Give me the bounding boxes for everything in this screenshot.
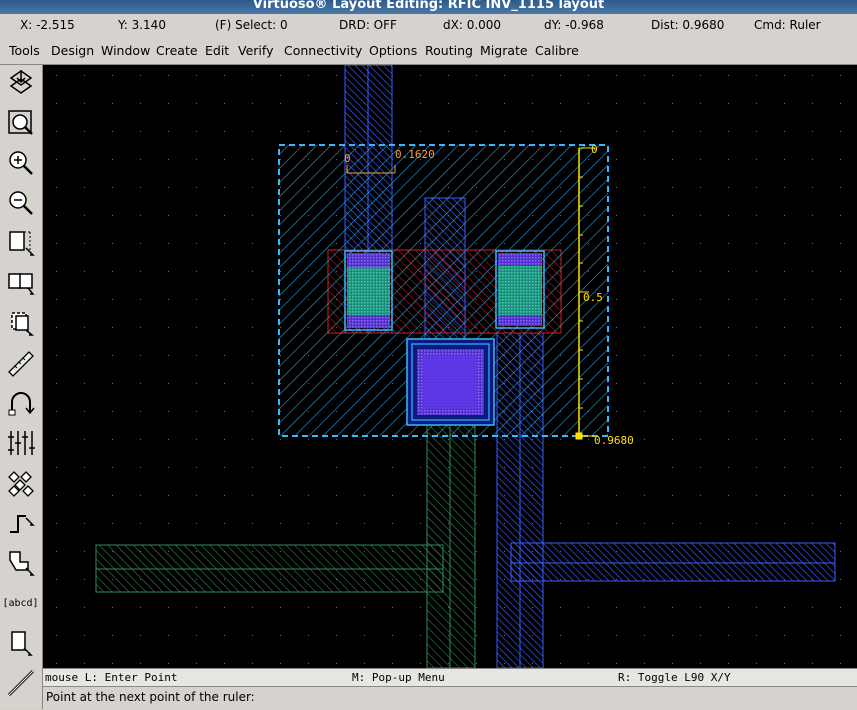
layout-canvas[interactable]: 0 0.5 0.9680 0 0.1620 — [43, 65, 857, 668]
properties-icon — [7, 471, 34, 497]
copy-icon — [7, 273, 35, 295]
zoom-in-icon — [8, 151, 33, 175]
undo-tool-button[interactable] — [3, 385, 38, 421]
stretch-tool-button[interactable] — [3, 225, 38, 261]
properties-tool-button[interactable] — [3, 465, 38, 501]
ruler-tick-zero: 0 — [344, 152, 351, 165]
diffusion-left — [344, 250, 393, 331]
undo-icon — [8, 392, 35, 416]
ruler-label-zero: 0 — [591, 143, 598, 156]
menu-calibre[interactable]: Calibre — [535, 43, 579, 58]
save-icon — [9, 70, 32, 94]
menu-verify[interactable]: Verify — [238, 43, 273, 58]
metal1-horizontal-bar — [510, 542, 836, 582]
command-prompt: Point at the next point of the ruler: — [46, 690, 255, 704]
wire-icon — [7, 669, 34, 697]
menu-connectivity[interactable]: Connectivity — [284, 43, 362, 58]
path-tool-button[interactable] — [3, 505, 38, 541]
ruler-label-mid: 0.5 — [583, 291, 603, 304]
save-tool-button[interactable] — [3, 65, 38, 101]
menu-create[interactable]: Create — [156, 43, 198, 58]
rectangle-icon — [10, 631, 33, 656]
via-contact — [406, 338, 495, 426]
cursor-x-readout: X: -2.515 — [20, 18, 75, 32]
menu-migrate[interactable]: Migrate — [480, 43, 528, 58]
mouse-left-hint: mouse L: Enter Point — [45, 671, 178, 684]
delta-y-readout: dY: -0.968 — [544, 18, 604, 32]
menu-tools[interactable]: Tools — [9, 43, 40, 58]
wire-tool-button[interactable] — [3, 665, 38, 701]
label-icon: [abcd] — [2, 597, 39, 609]
zoom-out-icon — [8, 191, 33, 215]
zoom-in-tool-button[interactable] — [3, 145, 38, 181]
instance-tool-button[interactable] — [3, 425, 38, 461]
selection-count: (F) Select: 0 — [215, 18, 288, 32]
window-title-bar: Virtuoso® Layout Editing: RFIC INV_1115 … — [0, 0, 857, 14]
metal2-vertical-strap — [426, 420, 476, 668]
drd-status: DRD: OFF — [339, 18, 397, 32]
fit-view-icon — [7, 110, 33, 135]
zoom-out-tool-button[interactable] — [3, 185, 38, 221]
mouse-binding-bar: mouse L: Enter Point M: Pop-up Menu R: T… — [43, 668, 857, 686]
move-icon — [10, 312, 34, 336]
delta-x-readout: dX: 0.000 — [443, 18, 502, 32]
instance-icon — [7, 431, 35, 455]
ruler-tool-button[interactable] — [3, 345, 38, 381]
tool-palette: [abcd] — [0, 65, 43, 709]
ruler-width-label: 0.1620 — [395, 148, 435, 161]
menu-routing[interactable]: Routing — [425, 43, 473, 58]
menu-window[interactable]: Window — [101, 43, 150, 58]
current-command: Cmd: Ruler — [754, 18, 821, 32]
ruler-icon — [7, 351, 34, 377]
polygon-tool-button[interactable] — [3, 545, 38, 581]
mouse-middle-hint: M: Pop-up Menu — [352, 671, 445, 684]
menu-design[interactable]: Design — [51, 43, 94, 58]
cursor-y-readout: Y: 3.140 — [118, 18, 166, 32]
rectangle-tool-button[interactable] — [3, 625, 38, 661]
path-icon — [9, 515, 35, 533]
diffusion-right — [495, 250, 545, 329]
ruler-label-end: 0.9680 — [594, 434, 634, 447]
copy-tool-button[interactable] — [3, 265, 38, 301]
mouse-right-hint: R: Toggle L90 X/Y — [618, 671, 731, 684]
fit-view-tool-button[interactable] — [3, 105, 38, 141]
distance-readout: Dist: 0.9680 — [651, 18, 725, 32]
coordinate-status-bar: X: -2.515 Y: 3.140 (F) Select: 0 DRD: OF… — [0, 14, 857, 37]
stretch-icon — [8, 231, 35, 256]
label-tool-button[interactable]: [abcd] — [2, 585, 39, 621]
polygon-icon — [8, 551, 35, 576]
menu-options[interactable]: Options — [369, 43, 417, 58]
metal2-horizontal-bar — [95, 544, 444, 593]
window-title: Virtuoso® Layout Editing: RFIC INV_1115 … — [252, 0, 605, 12]
command-prompt-bar: Point at the next point of the ruler: — [43, 686, 857, 710]
move-tool-button[interactable] — [3, 305, 38, 341]
menu-edit[interactable]: Edit — [205, 43, 229, 58]
menu-bar: Tools Design Window Create Edit Verify C… — [0, 36, 857, 65]
